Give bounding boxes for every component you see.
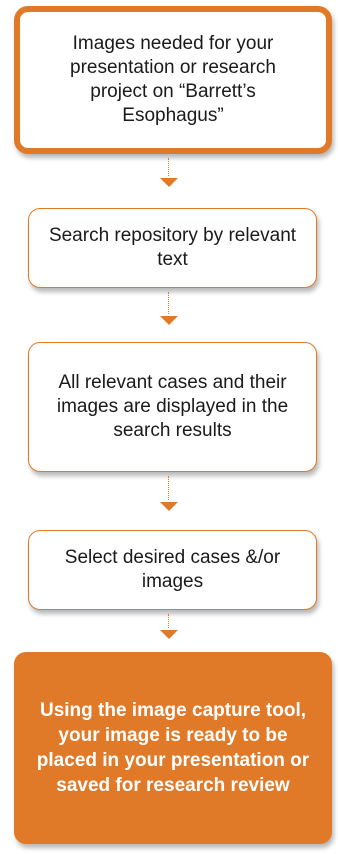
connector-1 [168,158,169,176]
connector-3 [168,476,169,500]
start-box: Images needed for your presentation or r… [14,6,332,154]
flowchart: Images needed for your presentation or r… [0,0,338,854]
arrow-down-icon [160,502,178,511]
step-results-text: All relevant cases and their images are … [56,372,289,441]
step-select-box: Select desired cases &/or images [28,530,317,610]
connector-2 [168,292,169,314]
step-search-text: Search repository by relevant text [48,225,297,270]
end-box-text: Using the image capture tool, your image… [36,700,310,796]
arrow-down-icon [160,316,178,325]
step-search-box: Search repository by relevant text [28,208,317,288]
arrow-down-icon [160,630,178,639]
step-results-box: All relevant cases and their images are … [28,342,317,472]
end-box: Using the image capture tool, your image… [14,652,332,844]
step-select-text: Select desired cases &/or images [64,547,281,592]
connector-4 [168,614,169,628]
start-box-text: Images needed for your presentation or r… [70,33,276,126]
arrow-down-icon [160,178,178,187]
